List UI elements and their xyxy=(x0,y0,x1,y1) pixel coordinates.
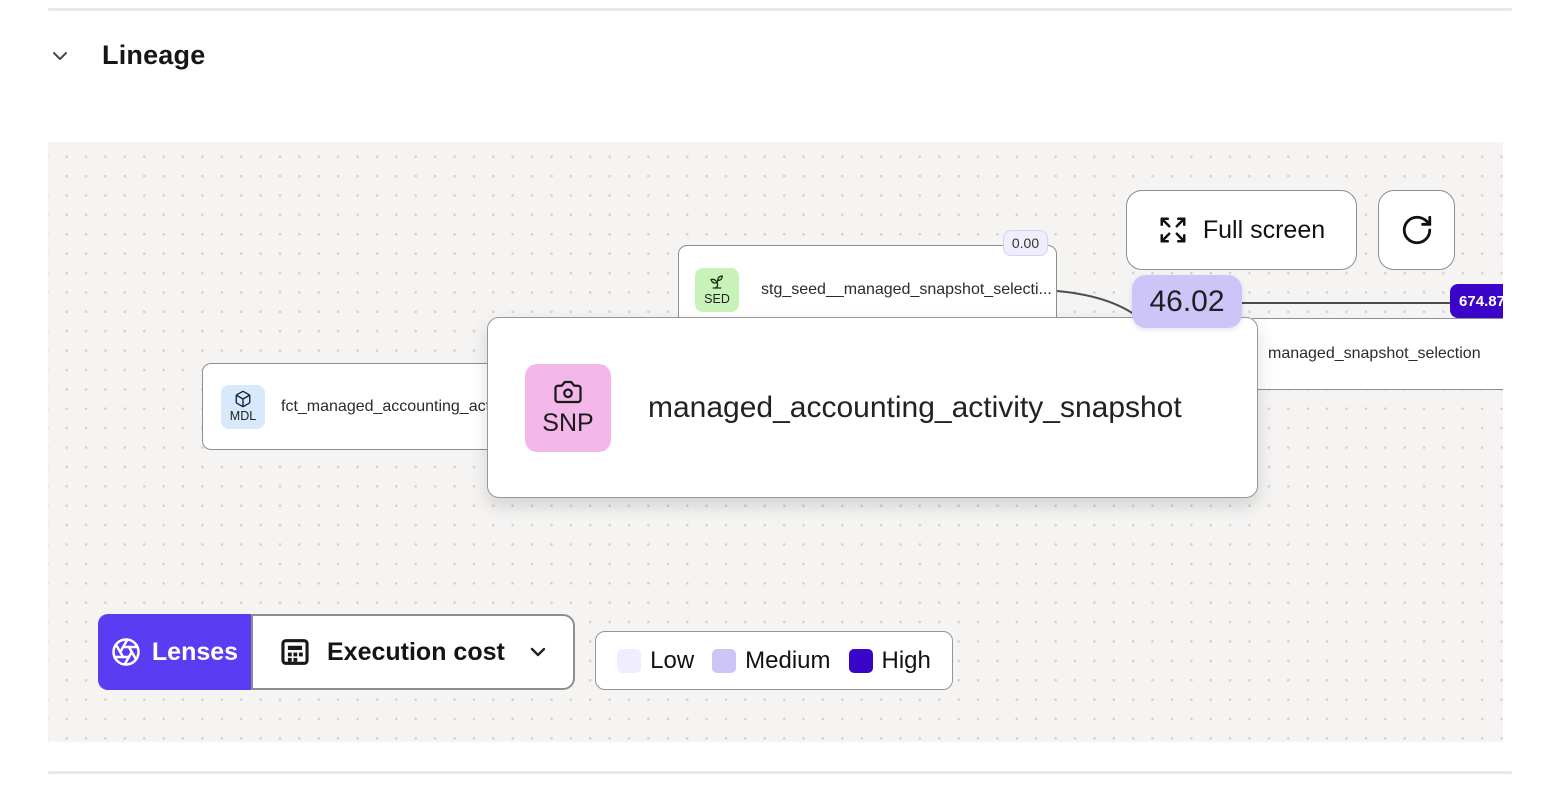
lineage-canvas[interactable]: managed_snapshot_selection SED stg_seed_… xyxy=(48,142,1503,742)
badge-label: SNP xyxy=(542,409,594,437)
cost-legend: Low Medium High xyxy=(595,631,953,690)
sprout-icon xyxy=(710,275,723,289)
hovercard-title: managed_accounting_activity_snapshot xyxy=(648,390,1182,424)
legend-swatch-medium xyxy=(712,648,737,673)
camera-icon xyxy=(554,380,582,404)
lenses-button[interactable]: Lenses xyxy=(98,614,251,690)
snapshot-type-badge: SNP xyxy=(525,363,611,452)
lens-selector-dropdown[interactable]: Execution cost xyxy=(251,614,575,690)
badge-label: SED xyxy=(704,292,730,306)
full-screen-label: Full screen xyxy=(1202,215,1326,244)
expand-icon xyxy=(1160,217,1186,243)
full-screen-button[interactable]: Full screen xyxy=(1126,190,1357,270)
lenses-label: Lenses xyxy=(151,637,239,666)
legend-label: Medium xyxy=(745,646,831,674)
legend-item-medium: Medium xyxy=(712,646,831,675)
node-label: fct_managed_accounting_acti xyxy=(281,397,494,415)
legend-label: High xyxy=(881,646,931,674)
chevron-down-icon xyxy=(530,647,546,657)
model-type-badge: MDL xyxy=(221,384,265,429)
cost-badge-high: 674.87 xyxy=(1450,284,1503,318)
chevron-down-icon[interactable] xyxy=(48,44,72,68)
lineage-section-header: Lineage xyxy=(48,40,205,71)
legend-item-low: Low xyxy=(617,647,694,675)
aperture-icon xyxy=(112,638,140,666)
node-hovercard-snapshot[interactable]: SNP managed_accounting_activity_snapshot xyxy=(487,317,1258,498)
page-title: Lineage xyxy=(102,40,206,70)
box-icon xyxy=(235,390,251,408)
calculator-icon xyxy=(281,639,309,665)
cost-badge-low: 0.00 xyxy=(1003,230,1048,256)
selected-lens-label: Execution cost xyxy=(327,637,505,666)
seed-type-badge: SED xyxy=(695,267,739,312)
node-managed-snapshot-selection[interactable]: managed_snapshot_selection xyxy=(1246,318,1503,390)
refresh-button[interactable] xyxy=(1378,190,1455,270)
refresh-icon xyxy=(1402,215,1431,245)
node-label: managed_snapshot_selection xyxy=(1268,345,1481,362)
node-label: stg_seed__managed_snapshot_selecti... xyxy=(761,280,1052,298)
badge-label: MDL xyxy=(229,409,257,423)
legend-swatch-low xyxy=(617,648,642,673)
legend-label: Low xyxy=(650,646,695,674)
top-divider xyxy=(48,8,1512,11)
lens-bar: Lenses Execution cost xyxy=(98,614,575,690)
legend-swatch-high xyxy=(848,648,873,673)
bottom-divider xyxy=(48,771,1512,774)
legend-item-high: High xyxy=(848,646,931,675)
cost-badge-medium: 46.02 xyxy=(1132,275,1242,328)
